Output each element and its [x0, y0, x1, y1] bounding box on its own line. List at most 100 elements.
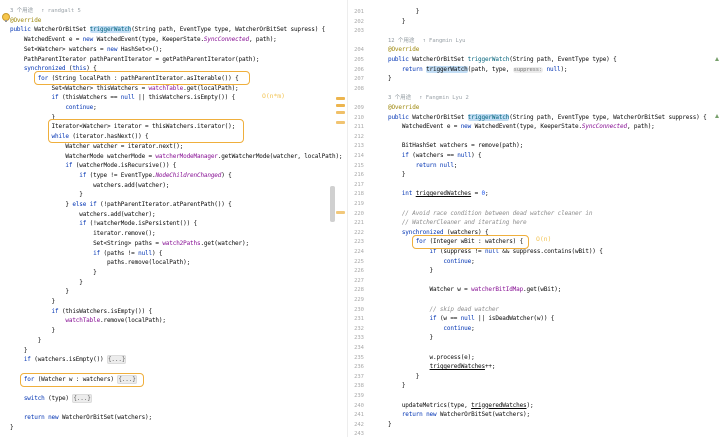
code-line[interactable]: } — [388, 7, 420, 16]
line-number[interactable]: 203 — [348, 26, 364, 35]
code-line[interactable]: } — [10, 287, 69, 296]
code-line[interactable]: } — [10, 326, 56, 335]
line-number[interactable]: 242 — [348, 420, 364, 429]
intention-bulb-icon[interactable] — [2, 13, 10, 22]
code-line[interactable]: // WatcherCleaner and iterating here — [388, 218, 527, 227]
code-line[interactable]: watchTable.remove(localPath); — [10, 316, 166, 325]
code-line[interactable]: } else if (!pathParentIterator.atParentP… — [10, 200, 231, 209]
code-line[interactable]: } — [10, 268, 97, 277]
author-hint[interactable]: ↑ Fangmin Lyu 2 — [419, 95, 469, 101]
line-number[interactable]: 207 — [348, 74, 364, 83]
line-number[interactable]: 235 — [348, 353, 364, 362]
code-line[interactable]: watchers.add(watcher); — [10, 210, 155, 219]
code-line[interactable]: if (!watcherMode.isPersistent()) { — [10, 219, 197, 228]
author-hint[interactable]: ↑ randgalt 5 — [41, 8, 81, 14]
line-number[interactable]: 241 — [348, 410, 364, 419]
code-line[interactable]: @Override — [388, 45, 419, 54]
code-line[interactable]: watchers.add(watcher); — [10, 181, 169, 190]
line-number-gutter[interactable]: 201 202 203 204 205 206 207 208 209 210 211 212 213 2… — [348, 7, 364, 437]
code-line[interactable]: iterator.remove(); — [10, 229, 155, 238]
code-line[interactable]: triggeredWatches++; — [388, 362, 496, 371]
line-number[interactable]: 224 — [348, 247, 364, 256]
warning-stripe-mark[interactable] — [336, 104, 345, 107]
line-number[interactable]: 219 — [348, 199, 364, 208]
line-number[interactable]: 201 — [348, 7, 364, 16]
code-line[interactable]: return new WatcherOrBitSet(watchers); — [388, 410, 530, 419]
usages-hint[interactable]: 3 个用途 — [388, 95, 411, 101]
scrollbar-thumb[interactable] — [330, 186, 335, 222]
line-number[interactable]: 233 — [348, 333, 364, 342]
code-line[interactable]: WatcherMode watcherMode = watcherModeMan… — [10, 152, 342, 161]
code-line[interactable]: } — [388, 420, 392, 429]
code-line[interactable]: int triggeredWatches = 0; — [388, 189, 489, 198]
line-number[interactable]: 227 — [348, 276, 364, 285]
inlay-hint[interactable]: 3 个用途 ↑ randgalt 5 — [10, 6, 81, 15]
line-number[interactable]: 238 — [348, 381, 364, 390]
code-line[interactable]: if (watcherMode.isRecursive()) { — [10, 161, 176, 170]
code-line[interactable]: if (thisWatchers.isEmpty()) { — [10, 307, 153, 316]
line-number[interactable]: 211 — [348, 122, 364, 131]
usages-hint[interactable]: 12 个用途 — [388, 38, 414, 44]
author-hint[interactable]: ↑ Fangmin Lyu — [422, 38, 465, 44]
code-line[interactable]: continue; — [388, 324, 474, 333]
line-number[interactable]: 218 — [348, 189, 364, 198]
code-line[interactable]: if (paths != null) { — [10, 249, 162, 258]
code-line[interactable]: Set<Watcher> watchers = new HashSet<>(); — [10, 45, 163, 54]
code-area-right[interactable]: } } 12 个用途 ↑ Fangmin Lyu @Override public Wa… — [388, 7, 720, 437]
code-line[interactable]: Watcher w = watcherBitIdMap.get(wBit); — [388, 285, 562, 294]
inlay-hint[interactable]: 12 个用途 ↑ Fangmin Lyu — [388, 36, 465, 45]
code-line[interactable]: if (type != EventType.NodeChildrenChange… — [10, 171, 232, 180]
line-number[interactable]: 214 — [348, 151, 364, 160]
line-number[interactable]: 222 — [348, 228, 364, 237]
code-line[interactable]: public WatcherOrBitSet triggerWatch(Stri… — [388, 55, 617, 64]
code-line[interactable]: } — [388, 372, 420, 381]
line-number[interactable]: 206 — [348, 65, 364, 74]
code-line[interactable]: } — [10, 336, 42, 345]
code-line[interactable]: continue; — [10, 103, 96, 112]
line-number[interactable]: 228 — [348, 285, 364, 294]
line-number[interactable]: 231 — [348, 314, 364, 323]
code-line[interactable]: // skip dead watcher — [388, 305, 499, 314]
code-line[interactable]: public WatcherOrBitSet triggerWatch(Stri… — [10, 25, 325, 34]
code-line[interactable]: WatchedEvent e = new WatchedEvent(type, … — [388, 122, 655, 131]
warning-stripe-mark[interactable] — [336, 111, 345, 114]
code-line[interactable]: if (watchers == null) { — [388, 151, 482, 160]
code-line[interactable]: PathParentIterator pathParentIterator = … — [10, 55, 260, 64]
code-line[interactable]: } — [10, 346, 28, 355]
line-number[interactable]: 216 — [348, 170, 364, 179]
code-line[interactable]: WatchedEvent e = new WatchedEvent(type, … — [10, 35, 277, 44]
code-line[interactable]: continue; — [388, 257, 474, 266]
line-number[interactable]: 236 — [348, 362, 364, 371]
line-number[interactable]: 237 — [348, 372, 364, 381]
line-number[interactable]: 213 — [348, 141, 364, 150]
code-line[interactable]: } — [10, 297, 56, 306]
line-number[interactable]: 204 — [348, 45, 364, 54]
line-number[interactable]: 221 — [348, 218, 364, 227]
code-line[interactable]: } — [388, 333, 434, 342]
line-number[interactable]: 229 — [348, 295, 364, 304]
warning-stripe-mark[interactable] — [336, 121, 345, 124]
code-line[interactable]: } — [388, 266, 434, 275]
code-line[interactable]: } — [10, 423, 14, 432]
warning-stripe-mark[interactable] — [336, 211, 345, 214]
inlay-hint[interactable]: 3 个用途 ↑ Fangmin Lyu 2 — [388, 93, 469, 102]
line-number[interactable]: 202 — [348, 17, 364, 26]
code-line[interactable]: if (w == null || isDeadWatcher(w)) { — [388, 314, 555, 323]
code-line[interactable]: Set<String> paths = watch2Paths.get(watc… — [10, 239, 249, 248]
code-line[interactable]: return triggerWatch(path, type, suppress… — [388, 65, 568, 74]
code-line[interactable]: } — [388, 74, 392, 83]
code-line[interactable]: updateMetrics(type, triggeredWatches); — [388, 401, 534, 410]
line-number[interactable]: 220 — [348, 209, 364, 218]
code-line[interactable]: if (thisWatchers == null || thisWatchers… — [10, 93, 236, 102]
line-number[interactable]: 234 — [348, 343, 364, 352]
line-number[interactable]: 215 — [348, 161, 364, 170]
line-number[interactable]: 212 — [348, 132, 364, 141]
code-line[interactable]: // Avoid race condition between dead wat… — [388, 209, 593, 218]
line-number[interactable]: 210 — [348, 113, 364, 122]
code-line[interactable]: @Override — [10, 16, 41, 25]
code-line[interactable]: if (watchers.isEmpty()) {...} — [10, 355, 127, 365]
warning-stripe-mark[interactable] — [336, 97, 345, 100]
line-number[interactable]: 232 — [348, 324, 364, 333]
code-line[interactable]: return new WatcherOrBitSet(watchers); — [10, 413, 152, 422]
code-line[interactable]: switch (type) {...} — [10, 394, 92, 403]
